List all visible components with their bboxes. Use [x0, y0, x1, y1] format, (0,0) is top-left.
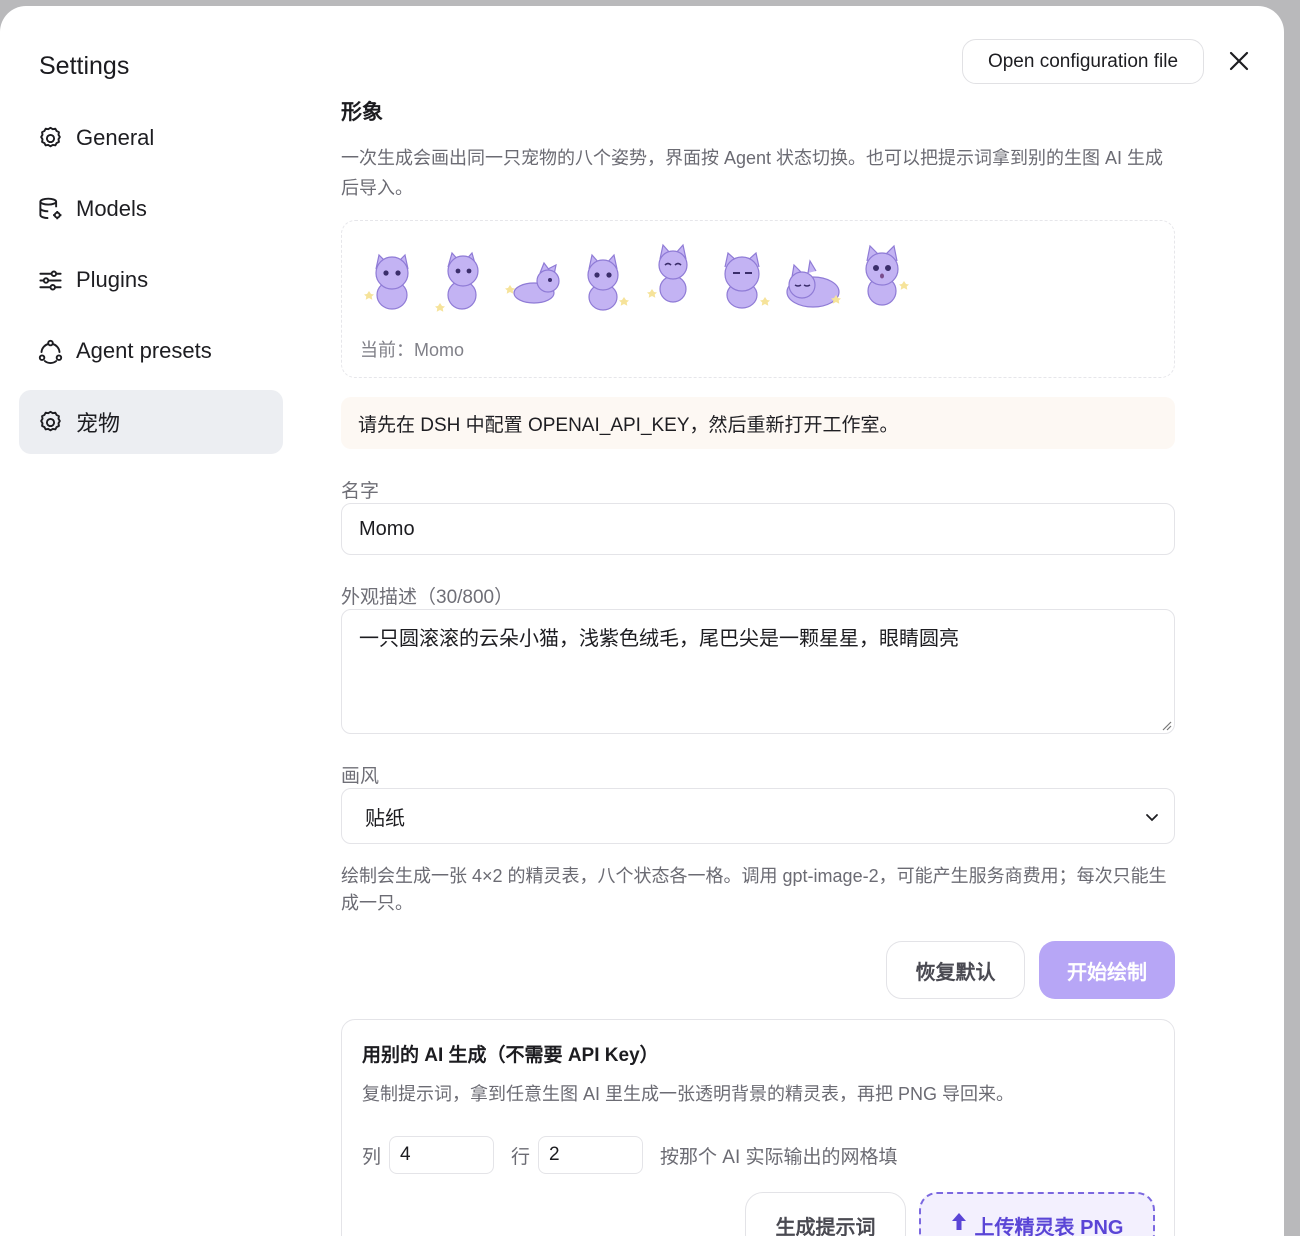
gear-icon	[40, 126, 61, 147]
pet-sprite-happy	[647, 243, 688, 303]
pet-sprite-idle	[364, 253, 409, 310]
sidebar-item-label: 宠物	[76, 411, 121, 436]
open-config-button[interactable]: Open configuration file	[962, 39, 1204, 84]
generate-prompt-button[interactable]: 生成提示词	[745, 1192, 906, 1236]
current-pet-value: Momo	[414, 340, 465, 360]
upload-sprite-label: 上传精灵表 PNG	[974, 1217, 1124, 1236]
chevron-down-icon	[1146, 814, 1158, 822]
pet-sprite-surprised	[865, 244, 909, 306]
settings-modal: Settings General Models Plugins Agent pr…	[0, 6, 1284, 1236]
style-label: 画风	[341, 766, 380, 787]
pet-sprite-run	[505, 261, 560, 304]
pet-sprite-sit	[587, 253, 629, 311]
name-field[interactable]: Momo	[341, 503, 1175, 555]
sprite-row	[360, 237, 916, 317]
gear-icon	[40, 410, 61, 431]
alt-ai-title: 用别的 AI 生成（不需要 API Key）	[362, 1045, 659, 1066]
name-label: 名字	[341, 481, 380, 502]
sidebar-item-plugins[interactable]: Plugins	[19, 248, 283, 312]
resize-grip-icon[interactable]	[1160, 719, 1172, 731]
section-description: 一次生成会画出同一只宠物的八个姿势，界面按 Agent 状态切换。也可以把提示词…	[341, 148, 1164, 198]
sidebar-item-general[interactable]: General	[19, 106, 283, 170]
alt-ai-card: 用别的 AI 生成（不需要 API Key） 复制提示词，拿到任意生图 AI 里…	[341, 1019, 1175, 1236]
close-button[interactable]	[1224, 46, 1254, 76]
sidebar-item-label: General	[76, 125, 155, 150]
alt-ai-description: 复制提示词，拿到任意生图 AI 里生成一张透明背景的精灵表，再把 PNG 导回来…	[362, 1084, 1015, 1104]
pet-sprite-grumpy	[724, 251, 770, 309]
section-title: 形象	[341, 101, 383, 124]
sidebar-item-label: Plugins	[76, 267, 149, 292]
settings-sidebar: General Models Plugins Agent presets 宠物	[19, 106, 283, 461]
current-pet-label: 当前：	[360, 340, 414, 360]
grid-size-row: 列 4 行 2 按那个 AI 实际输出的网格填	[362, 1136, 898, 1174]
current-pet: 当前：Momo	[360, 336, 464, 362]
sidebar-item-agent-presets[interactable]: Agent presets	[19, 319, 283, 383]
api-key-warning: 请先在 DSH 中配置 OPENAI_API_KEY，然后重新打开工作室。	[341, 397, 1175, 449]
pet-sprite-sleep	[786, 259, 841, 308]
close-icon	[1229, 51, 1249, 71]
sidebar-item-pet[interactable]: 宠物	[19, 390, 283, 454]
style-select[interactable]: 贴纸	[341, 788, 1175, 844]
cols-label: 列	[362, 1146, 382, 1168]
grid-hint: 按那个 AI 实际输出的网格填	[660, 1146, 898, 1168]
reset-default-button[interactable]: 恢复默认	[886, 941, 1025, 999]
settings-title: Settings	[39, 52, 130, 80]
cols-input[interactable]: 4	[389, 1136, 495, 1174]
sidebar-item-models[interactable]: Models	[19, 177, 283, 241]
sprite-preview: 当前：Momo	[341, 220, 1175, 378]
start-draw-button[interactable]: 开始绘制	[1039, 941, 1175, 999]
sidebar-item-label: Models	[76, 196, 147, 221]
sidebar-item-label: Agent presets	[76, 338, 212, 363]
appearance-textarea[interactable]: 一只圆滚滚的云朵小猫，浅紫色绒毛，尾巴尖是一颗星星，眼睛圆亮	[341, 609, 1175, 734]
sliders-icon	[39, 270, 62, 290]
rows-input[interactable]: 2	[538, 1136, 644, 1174]
appearance-label: 外观描述（30/800）	[341, 587, 514, 608]
upload-sprite-button[interactable]: 上传精灵表 PNG	[919, 1192, 1155, 1236]
presets-icon	[38, 339, 63, 364]
style-selected-value: 贴纸	[365, 807, 405, 830]
appearance-value: 一只圆滚滚的云朵小猫，浅紫色绒毛，尾巴尖是一颗星星，眼睛圆亮	[359, 628, 959, 650]
database-icon	[39, 197, 62, 219]
upload-arrow-icon	[951, 1213, 966, 1230]
rows-label: 行	[511, 1146, 531, 1168]
pet-sprite-wave	[435, 251, 479, 312]
draw-hint: 绘制会生成一张 4×2 的精灵表，八个状态各一格。调用 gpt-image-2，…	[341, 866, 1167, 913]
